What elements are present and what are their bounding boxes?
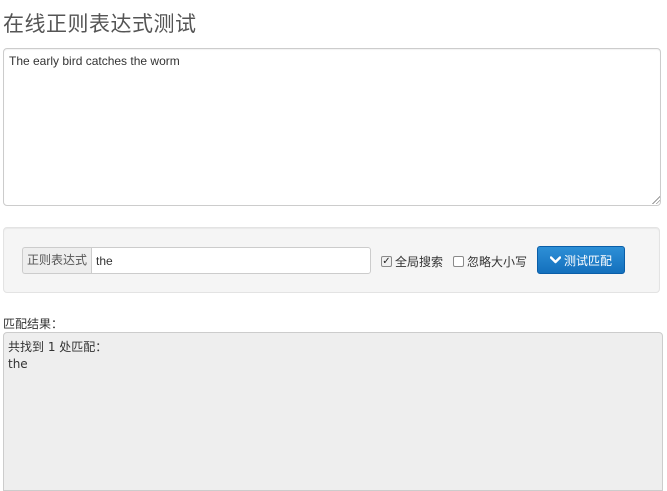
regex-tester-page: 在线正则表达式测试 The early bird catches the wor… xyxy=(0,0,667,491)
resize-grip-icon[interactable] xyxy=(652,196,660,204)
test-match-button-label: 测试匹配 xyxy=(563,253,612,268)
ignore-case-checkbox[interactable] xyxy=(453,256,464,267)
test-match-button[interactable]: 测试匹配 xyxy=(537,246,625,274)
global-search-option[interactable]: ✓ 全局搜索 xyxy=(381,253,443,270)
chevron-down-icon xyxy=(549,256,561,264)
result-match: the xyxy=(8,357,28,371)
result-label: 匹配结果： xyxy=(3,317,64,331)
result-output: 共找到 1 处匹配： the xyxy=(3,332,663,491)
global-search-label: 全局搜索 xyxy=(395,255,444,269)
regex-input-group: 正则表达式 xyxy=(22,247,372,274)
regex-control-panel: 正则表达式 ✓ 全局搜索 忽略大小写 测试匹配 xyxy=(3,227,660,293)
regex-input[interactable] xyxy=(91,247,372,274)
global-search-checkbox[interactable]: ✓ xyxy=(381,256,392,267)
ignore-case-option[interactable]: 忽略大小写 xyxy=(453,253,527,270)
source-text-area[interactable]: The early bird catches the worm xyxy=(3,48,661,206)
ignore-case-label: 忽略大小写 xyxy=(467,255,528,269)
result-summary: 共找到 1 处匹配： xyxy=(8,340,108,354)
regex-label: 正则表达式 xyxy=(22,247,92,274)
page-title: 在线正则表达式测试 xyxy=(3,12,197,36)
